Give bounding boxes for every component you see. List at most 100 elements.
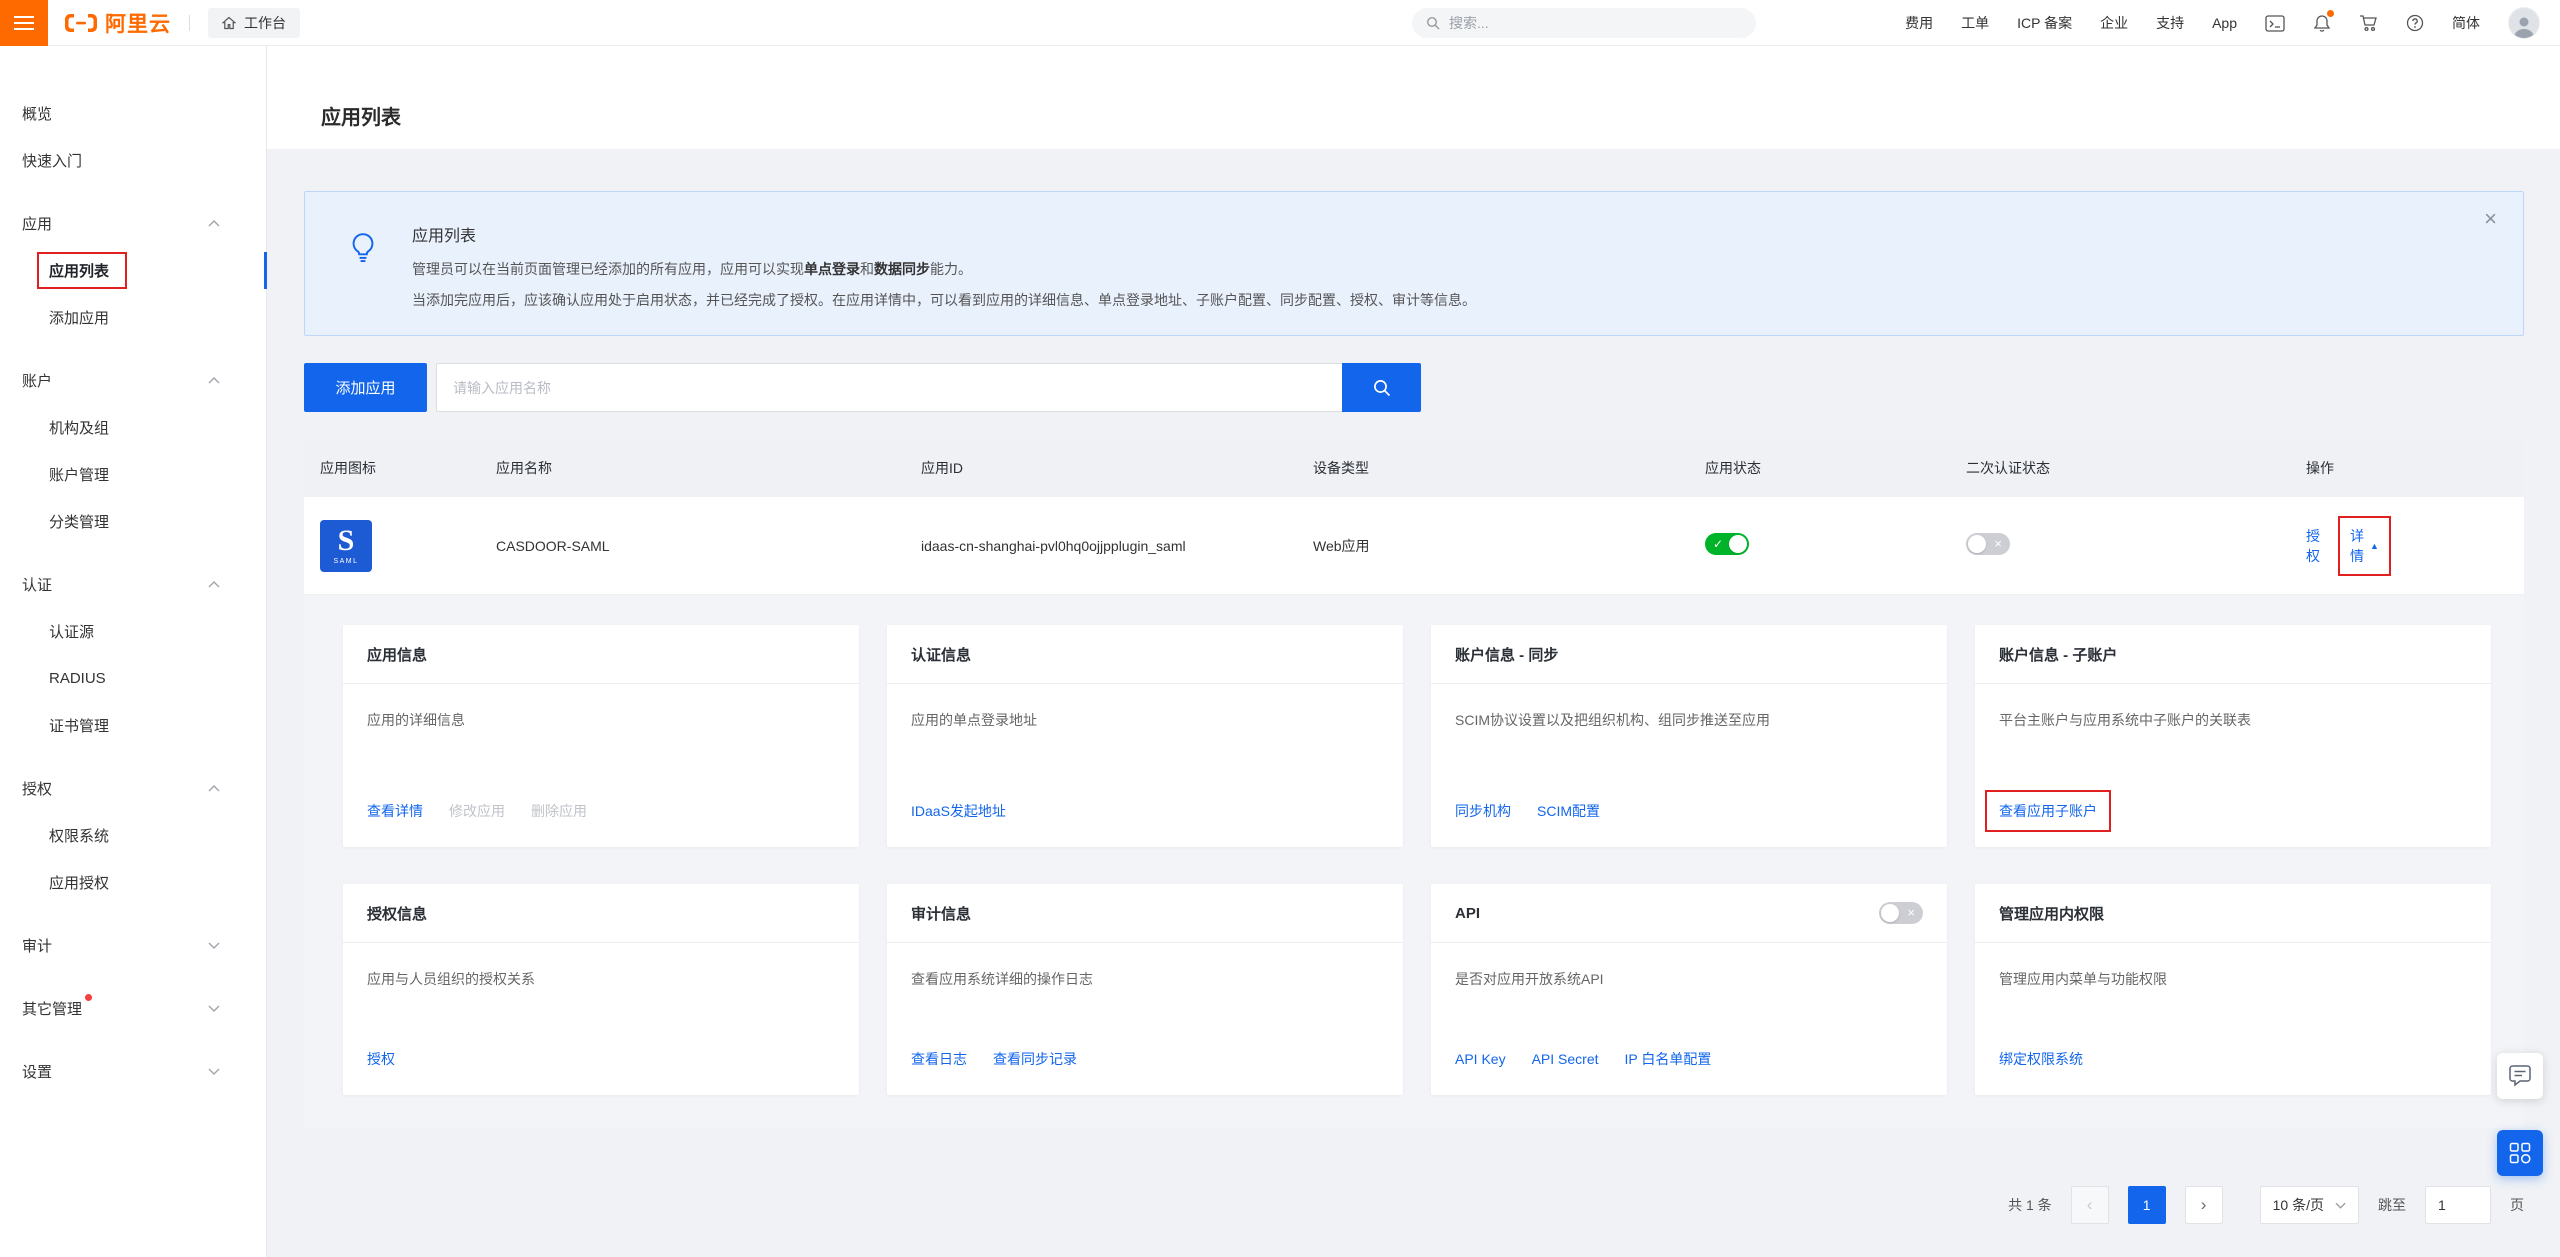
- banner-line-2: 当添加完应用后，应该确认应用处于启用状态，并已经完成了授权。在应用详情中，可以看…: [412, 285, 2463, 316]
- api-secret-link[interactable]: API Secret: [1532, 1051, 1599, 1067]
- lightbulb-icon: [345, 230, 381, 271]
- banner-title: 应用列表: [412, 222, 2463, 246]
- sidebar-group-app[interactable]: 应用: [0, 200, 266, 247]
- prev-page-button[interactable]: ‹: [2071, 1186, 2109, 1224]
- workbench-button[interactable]: 工作台: [208, 8, 300, 38]
- chevron-up-icon: [208, 220, 220, 227]
- table-row: S SAML CASDOOR-SAML idaas-cn-shanghai-pv…: [304, 497, 2524, 595]
- sync-org-link[interactable]: 同步机构: [1455, 801, 1511, 821]
- next-page-button[interactable]: ›: [2185, 1186, 2223, 1224]
- card-in-app-permissions: 管理应用内权限 管理应用内菜单与功能权限 绑定权限系统: [1975, 884, 2491, 1095]
- bind-permission-system-link[interactable]: 绑定权限系统: [1999, 1049, 2083, 1069]
- idaas-initiate-link[interactable]: IDaaS发起地址: [911, 801, 1006, 821]
- authorize-info-link[interactable]: 授权: [367, 1049, 395, 1069]
- sidebar-item-org-groups[interactable]: 机构及组: [0, 404, 266, 451]
- topbar-right-nav: 费用 工单 ICP 备案 企业 支持 App 简体: [1905, 0, 2560, 46]
- add-app-button[interactable]: 添加应用: [304, 363, 427, 412]
- sidebar-item-account-mgmt[interactable]: 账户管理: [0, 451, 266, 498]
- sidebar-group-account[interactable]: 账户: [0, 357, 266, 404]
- workbench-label: 工作台: [244, 13, 286, 33]
- toolbar: 添加应用: [304, 363, 2524, 412]
- topbar-search-input[interactable]: 搜索...: [1412, 8, 1756, 38]
- app-search-group: [436, 363, 1421, 412]
- close-icon[interactable]: ×: [2484, 208, 2497, 230]
- aliyun-logo-icon: [64, 12, 98, 34]
- toggle-knob: [1968, 535, 1986, 553]
- terminal-icon[interactable]: [2265, 15, 2285, 32]
- pagination: 共 1 条 ‹ 1 › 10 条/页 跳至 页: [304, 1186, 2524, 1224]
- app-table: 应用图标 应用名称 应用ID 设备类型 应用状态 二次认证状态 操作 S SAM…: [304, 438, 2524, 1128]
- check-icon: ✓: [1713, 533, 1723, 555]
- view-logs-link[interactable]: 查看日志: [911, 1049, 967, 1069]
- ip-whitelist-link[interactable]: IP 白名单配置: [1625, 1049, 1712, 1069]
- nav-tickets[interactable]: 工单: [1961, 13, 1989, 33]
- col-actions: 操作: [2306, 458, 2524, 478]
- search-button[interactable]: [1342, 363, 1421, 412]
- avatar[interactable]: [2508, 7, 2540, 39]
- detail-toggle[interactable]: 详情 ▲: [2338, 516, 2391, 576]
- view-sync-records-link[interactable]: 查看同步记录: [993, 1049, 1077, 1069]
- topbar: 阿里云 工作台 搜索... 费用 工单 ICP 备案 企业 支持 App: [0, 0, 2560, 46]
- sidebar-group-settings[interactable]: 设置: [0, 1048, 266, 1095]
- main-content: 应用列表 管理员可以在当前页面管理已经添加的所有应用，应用可以实现单点登录和数据…: [267, 149, 2560, 1257]
- feedback-chat-button[interactable]: [2497, 1053, 2543, 1099]
- app-name: CASDOOR-SAML: [496, 538, 921, 554]
- sidebar-item-quick-start[interactable]: 快速入门: [0, 137, 266, 184]
- language-selector[interactable]: 简体: [2452, 13, 2480, 33]
- sidebar-item-add-app[interactable]: 添加应用: [0, 294, 266, 341]
- view-details-link[interactable]: 查看详情: [367, 801, 423, 821]
- red-badge-dot: [85, 994, 92, 1001]
- page-size-select[interactable]: 10 条/页: [2260, 1186, 2359, 1224]
- nav-fees[interactable]: 费用: [1905, 13, 1933, 33]
- toggle-knob: [1881, 904, 1899, 922]
- topbar-search-placeholder: 搜索...: [1449, 13, 1489, 33]
- search-icon: [1426, 16, 1440, 30]
- cart-icon[interactable]: [2359, 14, 2378, 32]
- view-sub-accounts-link[interactable]: 查看应用子账户: [1985, 790, 2111, 832]
- chevron-down-icon: [208, 1068, 220, 1075]
- aliyun-logo[interactable]: 阿里云: [64, 8, 171, 38]
- sidebar-group-audit[interactable]: 审计: [0, 922, 266, 969]
- api-key-link[interactable]: API Key: [1455, 1051, 1506, 1067]
- delete-app-link[interactable]: 删除应用: [531, 801, 587, 821]
- sidebar-group-authorization[interactable]: 授权: [0, 765, 266, 812]
- app-status-toggle[interactable]: ✓: [1705, 533, 1749, 555]
- mfa-status-toggle[interactable]: ×: [1966, 533, 2010, 555]
- api-toggle[interactable]: ×: [1879, 902, 1923, 924]
- sidebar-item-permission-systems[interactable]: 权限系统: [0, 812, 266, 859]
- sidebar: 概览 快速入门 应用 应用列表 添加应用 账户 机构及组 账户管理 分类管理 认…: [0, 46, 267, 1257]
- jump-page-input[interactable]: [2425, 1186, 2491, 1224]
- authorize-link[interactable]: 授权: [2306, 526, 2320, 566]
- page-1-button[interactable]: 1: [2128, 1186, 2166, 1224]
- col-app-id: 应用ID: [921, 458, 1313, 478]
- nav-support[interactable]: 支持: [2156, 13, 2184, 33]
- sidebar-item-auth-sources[interactable]: 认证源: [0, 608, 266, 655]
- modify-app-link[interactable]: 修改应用: [449, 801, 505, 821]
- sidebar-item-radius[interactable]: RADIUS: [0, 655, 266, 702]
- nav-enterprise[interactable]: 企业: [2100, 13, 2128, 33]
- col-app-name: 应用名称: [496, 458, 921, 478]
- caret-up-icon: ▲: [2370, 541, 2379, 551]
- quick-apps-button[interactable]: [2497, 1130, 2543, 1176]
- col-app-status: 应用状态: [1705, 458, 1966, 478]
- card-authorization-info: 授权信息 应用与人员组织的授权关系 授权: [343, 884, 859, 1095]
- scim-config-link[interactable]: SCIM配置: [1537, 801, 1600, 821]
- sidebar-item-cert-mgmt[interactable]: 证书管理: [0, 702, 266, 749]
- nav-icp[interactable]: ICP 备案: [2017, 13, 2072, 33]
- apps-grid-icon: [2509, 1142, 2531, 1164]
- bell-icon[interactable]: [2313, 14, 2331, 33]
- sidebar-item-category-mgmt[interactable]: 分类管理: [0, 498, 266, 545]
- sidebar-item-overview[interactable]: 概览: [0, 90, 266, 137]
- card-audit-info: 审计信息 查看应用系统详细的操作日志 查看日志 查看同步记录: [887, 884, 1403, 1095]
- page-title: 应用列表: [321, 101, 401, 130]
- sidebar-group-other-mgmt[interactable]: 其它管理: [0, 985, 266, 1032]
- sidebar-group-authentication[interactable]: 认证: [0, 561, 266, 608]
- sidebar-item-app-authorization[interactable]: 应用授权: [0, 859, 266, 906]
- nav-app[interactable]: App: [2212, 15, 2237, 31]
- page-header: 应用列表: [267, 46, 2560, 149]
- device-type: Web应用: [1313, 536, 1705, 556]
- app-name-search-input[interactable]: [436, 363, 1342, 412]
- hamburger-menu-button[interactable]: [0, 0, 48, 46]
- sidebar-item-app-list[interactable]: 应用列表: [0, 247, 266, 294]
- help-icon[interactable]: [2406, 14, 2424, 32]
